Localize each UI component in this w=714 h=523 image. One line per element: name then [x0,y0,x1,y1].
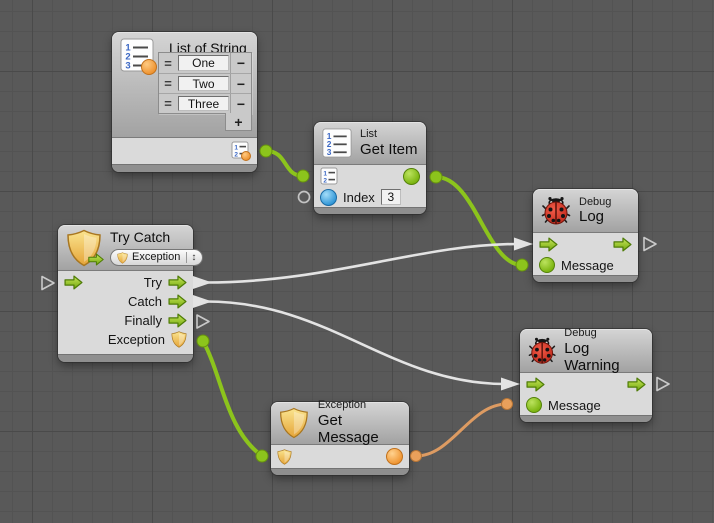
node-try-catch[interactable]: Try Catch Exception ↕ Try Catch [58,225,193,362]
list-input-port[interactable] [320,167,338,185]
wire-getmessage-to-logwarning-message[interactable] [411,399,513,462]
port-trycatch-enter-unconnected[interactable] [42,277,54,290]
try-label: Try [144,275,162,290]
drag-handle-icon[interactable]: = [159,74,177,93]
drag-handle-icon[interactable]: = [159,53,177,73]
index-input-port[interactable] [320,189,337,206]
flow-input-port[interactable] [64,275,83,290]
drag-handle-icon[interactable]: = [159,94,177,113]
wire-exception-to-getmessage[interactable] [197,335,268,462]
message-input-port[interactable] [526,397,542,413]
shield-flow-icon [66,229,104,267]
list-variable-icon [120,38,154,72]
node-title: Log Warning [564,340,644,375]
node-title: Try Catch [110,229,203,245]
port-finally-unconnected[interactable] [197,315,209,328]
flow-input-port[interactable] [526,377,545,392]
list-icon [322,128,352,158]
wire-getitem-to-log-message[interactable] [430,171,528,271]
node-debug-log[interactable]: Debug Log Message [533,189,638,282]
item-output-port[interactable] [403,168,420,185]
dropdown-arrows-icon: ↕ [191,253,196,263]
catch-label: Catch [128,294,162,309]
ladybug-icon [528,336,556,366]
node-category: Debug [564,327,644,340]
index-field[interactable]: 3 [381,189,401,205]
port-log-exit-unconnected[interactable] [644,238,656,251]
list-output-port[interactable] [231,141,251,161]
shield-icon [117,252,128,264]
port-logwarning-exit-unconnected[interactable] [657,378,669,391]
list-item-row: = Three − [159,93,251,113]
exception-type-dropdown[interactable]: Exception ↕ [110,249,203,266]
exception-label: Exception [108,332,165,347]
finally-label: Finally [124,313,162,328]
add-item-button[interactable]: + [225,113,252,131]
node-category: Exception [318,399,401,412]
exception-output-port[interactable] [171,331,187,348]
flow-output-port[interactable] [613,237,632,252]
wire-list-to-getitem[interactable] [260,145,309,182]
dropdown-value: Exception [132,251,180,264]
node-get-message[interactable]: Exception Get Message [271,402,409,475]
list-item-row: = Two − [159,73,251,93]
remove-item-button[interactable]: − [230,74,251,93]
node-category: Debug [579,196,611,209]
node-category: List [360,128,418,141]
list-item-field[interactable]: One [178,55,229,71]
list-item-field[interactable]: Three [178,96,229,111]
node-title: Log [579,208,611,225]
node-title: Get Item [360,141,418,158]
remove-item-button[interactable]: − [230,53,251,73]
node-get-item[interactable]: List Get Item Index 3 [314,122,426,214]
catch-output-port[interactable] [168,294,187,309]
shield-icon [279,406,309,440]
node-title: Get Message [318,412,401,447]
node-debug-log-warning[interactable]: Debug Log Warning Message [520,329,652,422]
graph-canvas[interactable]: 1 2 3 1 2 List of String [0,0,714,523]
finally-output-port[interactable] [168,313,187,328]
list-editor: = One − = Two − = Three − [158,52,252,114]
message-input-port[interactable] [539,257,555,273]
message-label: Message [561,258,614,273]
node-list-of-string[interactable]: List of String = One − = Two − = Three − [112,32,257,172]
remove-item-button[interactable]: − [230,94,251,113]
try-output-port[interactable] [168,275,187,290]
flow-input-port[interactable] [539,237,558,252]
wire-catch-to-logwarning[interactable] [193,295,520,391]
ladybug-icon [541,196,571,226]
list-item-row: = One − [159,53,251,73]
flow-output-port[interactable] [627,377,646,392]
wire-try-to-log[interactable] [193,238,533,290]
message-label: Message [548,398,601,413]
index-label: Index [343,190,375,205]
list-item-field[interactable]: Two [178,76,229,91]
exception-input-port[interactable] [277,449,292,465]
message-output-port[interactable] [386,448,403,465]
port-index-unconnected[interactable] [299,192,310,203]
dropdown-divider [186,252,187,263]
